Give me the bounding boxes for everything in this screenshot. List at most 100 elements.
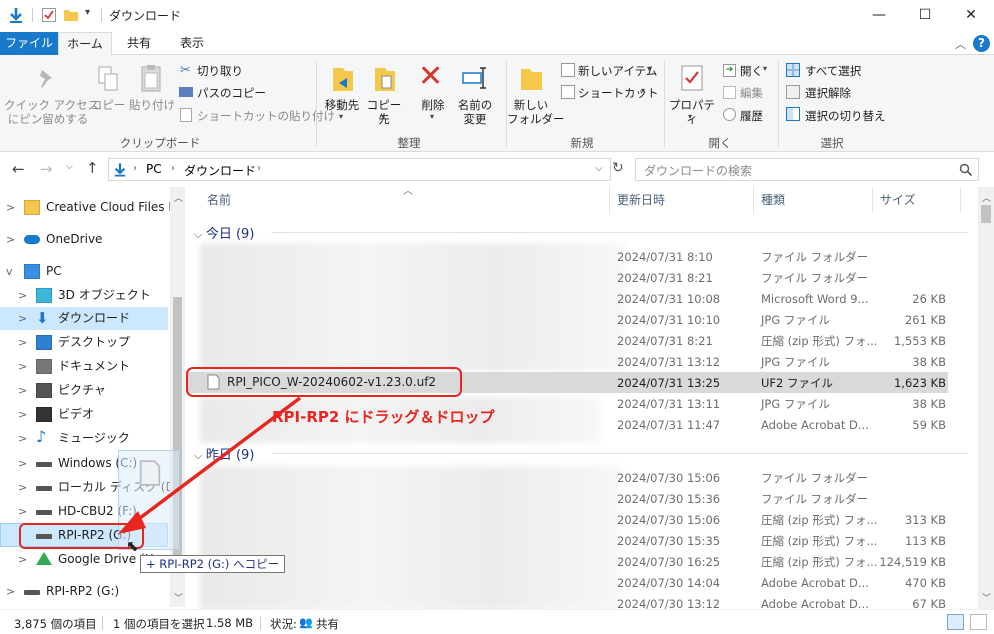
chevron-right-icon[interactable]: > xyxy=(6,196,16,219)
move-to-icon xyxy=(333,68,353,91)
chevron-right-icon[interactable]: > xyxy=(18,307,28,330)
column-size[interactable]: サイズ xyxy=(880,187,916,213)
breadcrumb-pc[interactable]: PC xyxy=(146,162,162,176)
file-type-cell: ファイル フォルダー xyxy=(761,250,869,264)
nav-item-5[interactable]: > デスクトップ xyxy=(0,331,168,354)
shortcut-button[interactable]: ショートカット xyxy=(578,86,659,100)
group-today-header[interactable]: ⌵ 今日 (9) xyxy=(194,223,254,242)
picture-icon xyxy=(36,383,52,398)
nav-item-label: ビデオ xyxy=(58,407,95,421)
file-date-cell: 2024/07/31 13:12 xyxy=(617,355,721,369)
minimize-button[interactable]: — xyxy=(856,0,902,30)
video-icon xyxy=(36,407,52,422)
customize-quick-access-icon[interactable]: ▾ xyxy=(85,7,90,18)
chevron-right-icon[interactable]: > xyxy=(18,403,28,426)
tab-file[interactable]: ファイル xyxy=(0,32,58,55)
download-arrow-icon xyxy=(114,163,126,177)
chevron-right-icon[interactable]: > xyxy=(18,500,28,523)
file-date-cell: 2024/07/30 15:35 xyxy=(617,534,721,548)
details-view-icon[interactable] xyxy=(947,614,964,630)
chevron-right-icon[interactable]: > xyxy=(18,355,28,378)
back-arrow-icon[interactable]: ← xyxy=(12,160,25,178)
nav-item-6[interactable]: > ドキュメント xyxy=(0,355,168,378)
chevron-right-icon[interactable]: > xyxy=(6,228,16,251)
help-icon[interactable]: ? xyxy=(973,35,990,52)
up-arrow-icon[interactable]: ↑ xyxy=(86,159,99,177)
delete-button[interactable]: 削除 xyxy=(414,98,452,112)
nav-item-15[interactable]: > RPI-RP2 (G:) xyxy=(0,580,168,603)
maximize-button[interactable]: ☐ xyxy=(902,0,948,30)
file-type-cell: Microsoft Word 9... xyxy=(761,292,869,306)
address-dropdown-icon[interactable]: ⌵ xyxy=(595,163,603,174)
copy-button[interactable]: コピー xyxy=(90,98,126,112)
invert-selection-button[interactable]: 選択の切り替え xyxy=(805,109,886,123)
move-to-button[interactable]: 移動先 xyxy=(320,98,364,112)
collapse-ribbon-icon[interactable]: ︿ xyxy=(955,36,966,52)
rename-button[interactable]: 名前の 変更 xyxy=(452,98,498,126)
paste-button[interactable]: 貼り付け xyxy=(128,98,176,112)
nav-item-8[interactable]: > ビデオ xyxy=(0,403,168,426)
properties-check-icon[interactable] xyxy=(41,7,57,23)
search-box[interactable]: ダウンロードの検索 xyxy=(635,158,979,181)
tab-view[interactable]: 表示 xyxy=(168,32,216,55)
paste-shortcut-button[interactable]: ショートカットの貼り付け xyxy=(197,109,335,123)
file-date-cell: 2024/07/31 10:08 xyxy=(617,292,721,306)
nav-item-7[interactable]: > ピクチャ xyxy=(0,379,168,402)
address-bar[interactable]: › PC › ダウンロード › ⌵ xyxy=(108,158,611,181)
new-item-button[interactable]: 新しいアイテム xyxy=(578,64,657,78)
history-button[interactable]: 履歴 xyxy=(740,109,763,123)
chevron-down-icon[interactable]: v xyxy=(6,260,16,283)
tab-share[interactable]: 共有 xyxy=(116,32,162,55)
file-size-cell: 470 KB xyxy=(904,576,946,590)
open-icon: ➜ xyxy=(723,64,736,77)
cut-button[interactable]: 切り取り xyxy=(197,64,243,78)
column-name[interactable]: 名前 xyxy=(207,187,231,213)
copy-icon xyxy=(98,66,118,91)
nav-item-label: 3D オブジェクト xyxy=(58,288,151,302)
nav-item-9[interactable]: > ♪ ミュージック xyxy=(0,427,168,450)
new-folder-icon[interactable] xyxy=(63,7,79,23)
file-highlight-outline xyxy=(186,367,462,397)
scissors-icon: ✂ xyxy=(180,63,191,78)
google-drive-icon xyxy=(36,552,52,565)
title-bar: ▾ ダウンロード — ☐ ✕ xyxy=(0,0,994,32)
forward-arrow-icon[interactable]: → xyxy=(40,160,53,178)
chevron-right-icon[interactable]: > xyxy=(18,452,28,475)
open-button[interactable]: 開く xyxy=(740,64,763,78)
list-scrollbar[interactable]: ︿ ﹀ xyxy=(978,187,994,609)
group-yesterday-header[interactable]: ⌵ 昨日 (9) xyxy=(194,444,254,463)
nav-item-1[interactable]: > OneDrive xyxy=(0,228,168,251)
nav-item-0[interactable]: > Creative Cloud Files Per xyxy=(0,196,188,219)
search-icon[interactable] xyxy=(959,163,973,177)
nav-item-3[interactable]: >3D オブジェクト xyxy=(0,284,168,307)
chevron-right-icon[interactable]: > xyxy=(18,427,28,450)
blurred-file-names-today xyxy=(200,243,625,371)
select-all-button[interactable]: すべて選択 xyxy=(805,64,861,78)
tab-home[interactable]: ホーム xyxy=(58,32,112,56)
edit-button[interactable]: 編集 xyxy=(740,86,763,100)
recent-locations-icon[interactable]: ⌵ xyxy=(66,162,73,172)
file-type-cell: ファイル フォルダー xyxy=(761,271,869,285)
chevron-right-icon[interactable]: > xyxy=(18,284,28,307)
chevron-right-icon[interactable]: > xyxy=(18,476,28,499)
chevron-right-icon[interactable]: > xyxy=(18,548,28,571)
file-size-cell: 26 KB xyxy=(912,292,946,306)
new-folder-button[interactable]: 新しい フォルダー xyxy=(507,98,565,126)
list-scroll-thumb[interactable] xyxy=(981,205,991,223)
breadcrumb-downloads[interactable]: ダウンロード xyxy=(184,162,256,179)
large-icons-view-icon[interactable] xyxy=(970,614,987,630)
pin-quick-access-button[interactable]: クイック アクセス にピン留めする xyxy=(4,98,99,126)
file-size-cell: 1,553 KB xyxy=(893,334,946,348)
close-button[interactable]: ✕ xyxy=(948,0,994,30)
column-date[interactable]: 更新日時 xyxy=(617,187,665,213)
select-none-button[interactable]: 選択解除 xyxy=(805,86,851,100)
refresh-icon[interactable]: ↻ xyxy=(612,160,624,176)
chevron-right-icon[interactable]: > xyxy=(18,331,28,354)
copy-path-button[interactable]: パスのコピー xyxy=(197,86,266,100)
nav-item-4[interactable]: > ⬇ ダウンロード xyxy=(0,307,168,330)
file-size-cell: 59 KB xyxy=(912,418,946,432)
column-type[interactable]: 種類 xyxy=(761,187,785,213)
chevron-right-icon[interactable]: > xyxy=(6,580,16,603)
nav-item-2[interactable]: v PC xyxy=(0,260,168,283)
chevron-right-icon[interactable]: > xyxy=(18,379,28,402)
